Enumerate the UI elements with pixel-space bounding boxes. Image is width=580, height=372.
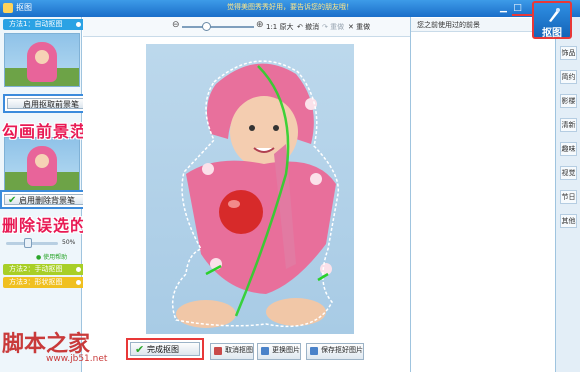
tab-fun[interactable]: 趣味 [560, 142, 577, 156]
foreground-brush-button[interactable]: 启用抠取前景笔 [7, 98, 95, 109]
image-icon [261, 347, 269, 355]
brush-size-slider[interactable] [6, 242, 58, 245]
done-cutout-callout: ✔ 完成抠图 [126, 338, 204, 360]
done-cutout-button[interactable]: ✔ 完成抠图 [130, 342, 200, 356]
reset-label: 重做 [356, 23, 371, 31]
check-icon: ✔ [8, 195, 17, 206]
save-cutout-button[interactable]: 保存抠好图片 [306, 343, 364, 360]
right-panel [410, 17, 555, 372]
cancel-cutout-label: 取消抠图 [225, 346, 253, 354]
watermark-url: www.jb51.net [46, 354, 108, 364]
cancel-icon [214, 347, 222, 355]
method1-label: 方法1：自动抠图 [9, 20, 63, 28]
cancel-cutout-button[interactable]: 取消抠图 [210, 343, 254, 360]
tab-simple[interactable]: 简约 [560, 70, 577, 84]
help-link[interactable]: ● 使用帮助 [36, 252, 67, 261]
minimize-icon[interactable]: ▁ [497, 2, 510, 14]
cutout-tool-button[interactable]: 抠图 [532, 1, 572, 39]
method3-header[interactable]: 方法3：形状抠图 [3, 277, 85, 288]
save-cutout-label: 保存抠好图片 [321, 346, 363, 354]
background-brush-button[interactable]: ✔ 启用删除背景笔 [4, 194, 94, 206]
collapse-icon [76, 22, 81, 27]
done-cutout-label: 完成抠图 [147, 345, 179, 354]
method1-header[interactable]: 方法1：自动抠图 [3, 19, 85, 30]
check-icon: ✔ [135, 343, 145, 356]
change-image-button[interactable]: 更换图片 [257, 343, 301, 360]
brush-size-percent: 50% [62, 239, 76, 246]
tab-studio[interactable]: 影楼 [560, 94, 577, 108]
tab-accessories[interactable]: 饰品 [560, 46, 577, 60]
callout-arrow [512, 14, 532, 16]
save-icon [310, 347, 318, 355]
tab-visual[interactable]: 视觉 [560, 166, 577, 180]
method2-label: 方法2：手动抠图 [9, 265, 63, 273]
zoom-out-icon[interactable]: ⊖ [172, 20, 180, 30]
background-brush-label: 启用删除背景笔 [19, 196, 75, 205]
reset-button[interactable]: ✕ 重做 [348, 22, 370, 32]
expand-icon [76, 280, 81, 285]
method2-header[interactable]: 方法2：手动抠图 [3, 264, 85, 275]
share-message[interactable]: 觉得美图秀秀好用，要告诉您的朋友哦！ [170, 2, 410, 12]
photo-canvas[interactable] [146, 44, 354, 334]
example-thumbnail-1 [4, 33, 80, 87]
zoom-original-button[interactable]: 1:1 原大 [266, 22, 294, 32]
window-title: 抠图 [16, 3, 32, 12]
method3-label: 方法3：形状抠图 [9, 278, 63, 286]
app-icon [3, 3, 13, 13]
tab-other[interactable]: 其他 [560, 214, 577, 228]
zoom-slider-handle[interactable] [202, 22, 211, 31]
zoom-in-icon[interactable]: ⊕ [256, 20, 264, 30]
expand-icon [76, 267, 81, 272]
example-thumbnail-2 [4, 137, 80, 191]
scissors-icon [549, 8, 560, 22]
zoom-slider[interactable] [182, 26, 254, 28]
redo-label: 重做 [330, 23, 345, 31]
undo-button[interactable]: ↶ 撤消 [297, 22, 319, 32]
brush-size-slider-handle[interactable] [24, 238, 32, 248]
maximize-icon[interactable]: □ [511, 2, 524, 14]
cutout-tool-label: 抠图 [542, 28, 562, 39]
redo-button[interactable]: ↷ 重做 [322, 22, 344, 32]
tab-fresh[interactable]: 清新 [560, 118, 577, 132]
change-image-label: 更换图片 [272, 346, 300, 354]
undo-label: 撤消 [305, 23, 320, 31]
tab-festival[interactable]: 节日 [560, 190, 577, 204]
photo-illustration [171, 60, 340, 328]
